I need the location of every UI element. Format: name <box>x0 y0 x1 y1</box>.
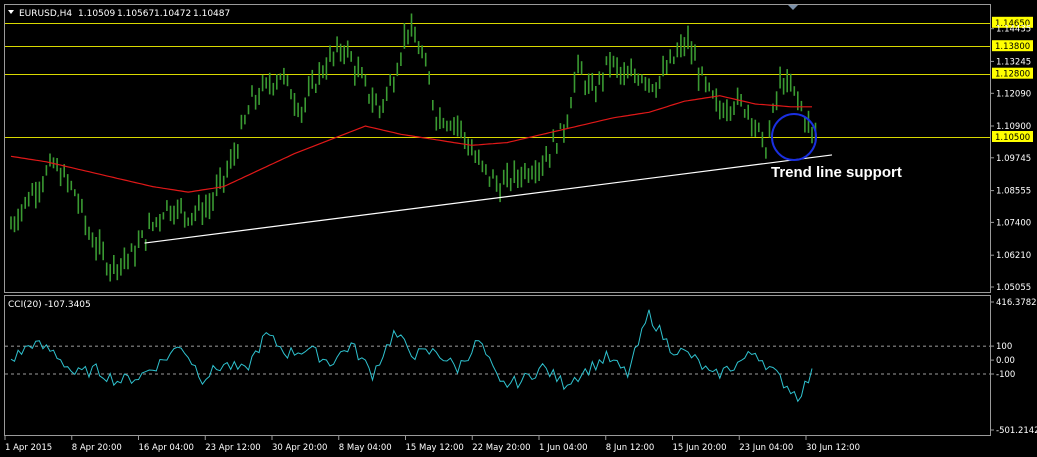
price-level-label: 1.10500 <box>995 133 1030 143</box>
header-high: 1.10567 <box>117 9 154 19</box>
price-tick-label: 1.09745 <box>996 154 1031 164</box>
header-dropdown-icon[interactable] <box>8 10 14 14</box>
price-pane <box>4 4 991 293</box>
price-tick-label: 1.12090 <box>996 89 1031 99</box>
time-tick-label: 15 May 12:00 <box>406 443 464 453</box>
price-tick-label: 1.06210 <box>996 251 1031 261</box>
price-tick-label: 1.13245 <box>996 57 1031 67</box>
price-tick-label: 1.14435 <box>996 25 1031 35</box>
moving-average-line <box>10 95 812 193</box>
trading-chart: EURUSD,H4 1.10509 1.10567 1.10472 1.1048… <box>4 4 1037 453</box>
time-tick-label: 1 Jun 04:00 <box>539 443 588 453</box>
price-tick-label: 1.05055 <box>996 283 1031 293</box>
cci-line <box>10 309 813 403</box>
time-tick-label: 23 Apr 12:00 <box>205 443 260 453</box>
price-tick-label: 1.07400 <box>996 218 1031 228</box>
time-tick-label: 8 Apr 20:00 <box>72 443 122 453</box>
time-tick-label: 22 May 20:00 <box>472 443 530 453</box>
header-open: 1.10509 <box>78 9 115 19</box>
time-tick-label: 30 Apr 20:00 <box>272 443 327 453</box>
cci-tick-label: 416.3782 <box>996 298 1037 308</box>
cci-tick-label: 100 <box>996 342 1012 352</box>
price-level-label: 1.12800 <box>995 70 1030 80</box>
time-tick-label: 15 Jun 20:00 <box>673 443 727 453</box>
trend-line[interactable] <box>144 154 833 244</box>
trend-line-support-annotation: Trend line support <box>771 164 902 181</box>
cci-pane <box>4 295 991 436</box>
header-low: 1.10472 <box>154 9 191 19</box>
time-tick-label: 1 Apr 2015 <box>5 443 52 453</box>
price-tick-label: 1.10900 <box>996 122 1031 132</box>
price-tick-label: 1.08555 <box>996 187 1031 197</box>
cci-tick-label: 0.00 <box>996 356 1015 366</box>
time-tick-label: 30 Jun 12:00 <box>806 443 860 453</box>
cci-tick-label: -100 <box>996 370 1015 380</box>
time-tick-label: 16 Apr 04:00 <box>139 443 194 453</box>
cci-tick-label: -501.2142 <box>996 426 1037 436</box>
header-close: 1.10487 <box>193 9 230 19</box>
shift-marker-icon[interactable] <box>788 5 798 10</box>
price-level-label: 1.13800 <box>995 42 1030 52</box>
time-tick-label: 23 Jun 04:00 <box>739 443 793 453</box>
time-tick-label: 8 Jun 12:00 <box>606 443 655 453</box>
header-symbol: EURUSD,H4 <box>19 9 72 19</box>
time-tick-label: 8 May 04:00 <box>339 443 392 453</box>
cci-indicator-label: CCI(20) -107.3405 <box>8 300 91 310</box>
